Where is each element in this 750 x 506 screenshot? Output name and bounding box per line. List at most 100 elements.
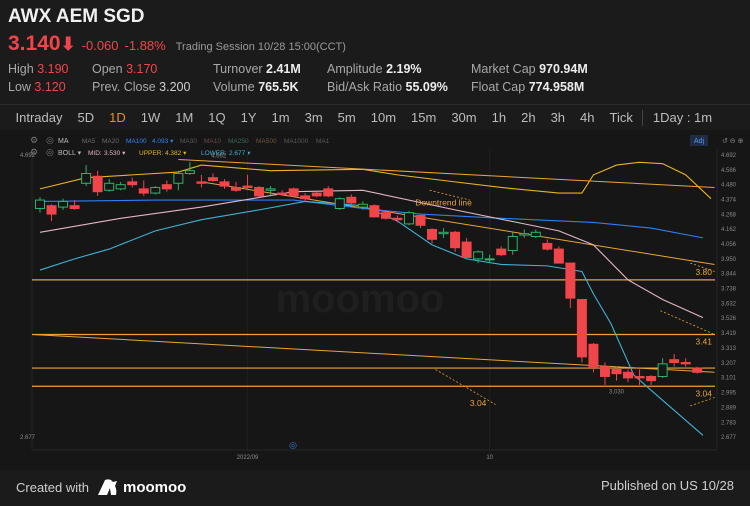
candle-down [680,361,691,365]
candle-up [403,212,414,225]
stat-amplitude: Amplitude 2.19% [327,62,422,76]
price-line: 3.140 ⬇ -0.060 -1.88% Trading Session 10… [8,32,346,56]
ma-item-ma1000: MA1000 [284,138,309,145]
candle-up [357,203,368,208]
tab-1d[interactable]: 1D [102,110,134,126]
y-tick-label: 4.056 [721,242,737,248]
tab-1h[interactable]: 1h [484,110,513,126]
trend-line[interactable] [31,333,715,373]
ma-item-ma5: MA5 [82,138,96,145]
tab-3h[interactable]: 3h [543,110,572,126]
candle-down [242,185,253,188]
candle-down [553,248,564,264]
tab-1m[interactable]: 1m [264,110,297,126]
ma-item-value: 4.093 ▾ [152,138,174,145]
dashed-guide-line[interactable] [690,397,715,407]
level-label: 3.04 [695,388,712,398]
ma-item-ma100: MA100 [126,138,147,145]
candle-down [496,248,507,256]
y-tick-label: 3.101 [721,376,737,382]
tab-30m[interactable]: 30m [444,110,484,126]
dashed-guide-line[interactable] [435,369,496,405]
ma-item-ma500: MA500 [256,138,277,145]
stat-prev-close: Prev. Close 3.200 [92,80,191,94]
candle-down [300,195,311,200]
candle-down [669,359,680,363]
visibility-icon: ◎ [46,135,54,145]
candlestick-chart[interactable]: ⚙ ◎ MA MA5 MA20 MA100 4.093 ▾ MA30 MA10 MA250 MA50… [0,130,750,470]
candle-up [58,200,69,208]
tab-intraday[interactable]: Intraday [8,110,70,126]
symbol-title: AWX AEM SGD [8,6,145,27]
moomoo-logo: moomoo [97,478,186,496]
period-toolbar: Intraday 5D 1D 1W 1M 1Q 1Y 1m 3m 5m 10m 15m 30m 1h 2h 3… [8,110,720,126]
x-tick-label: 2022/09 [237,455,259,461]
y-tick-label: 3.632 [721,301,737,307]
ma-item-ma10: MA10 [204,138,221,145]
stat-turnover: Turnover 2.41M [213,62,301,76]
y-tick-label: 3.950 [721,257,737,263]
candle-up [530,231,541,237]
ma-item-ma1: MA1 [316,138,330,145]
tab-4h[interactable]: 4h [573,110,602,126]
boll-mid-value: 3.530 ▾ [104,150,126,157]
ma-item-ma30: MA30 [180,138,197,145]
divider [0,104,750,105]
tab-3m[interactable]: 3m [297,110,330,126]
annotation-label: Downtrend line [415,198,472,208]
settings-icon: ⚙ [30,135,38,145]
tab-1w[interactable]: 1W [133,110,168,126]
tab-2h[interactable]: 2h [514,110,543,126]
candle-down [254,186,265,197]
tab-10m[interactable]: 10m [363,110,403,126]
visibility-icon: ◎ [46,147,54,157]
ma-item-ma20: MA20 [102,138,119,145]
dashed-guide-line[interactable] [660,310,715,335]
y-tick-label: 4.692 [721,153,737,159]
boll-label: BOLL ▾ [58,150,82,157]
candle-down [415,214,426,226]
divider [642,110,644,126]
trading-session: Trading Session 10/28 15:00(CCT) [175,41,346,53]
ma-item-ma250: MA250 [228,138,249,145]
tab-1q[interactable]: 1Q [201,110,233,126]
tab-5d[interactable]: 5D [70,110,102,126]
y-tick-label-left: 2.677 [20,435,36,441]
tab-tick[interactable]: Tick [602,110,640,126]
y-tick-label: 3.313 [721,346,737,352]
created-with-label: Created with [16,479,89,495]
stat-market-cap: Market Cap 970.94M [471,62,588,76]
candle-up [334,198,345,209]
candle-down [138,188,149,194]
stat-high: High 3.190 [8,62,69,76]
candle-up [473,251,484,260]
tab-5m[interactable]: 5m [330,110,363,126]
tab-1m[interactable]: 1M [168,110,201,126]
candle-up [519,233,530,236]
candle-down [392,217,403,221]
trend-line[interactable] [178,158,715,188]
tab-15m[interactable]: 15m [404,110,444,126]
y-tick-label: 4.374 [721,198,737,204]
y-tick-label-left: 4.692 [20,153,36,159]
tab-1y[interactable]: 1Y [233,110,264,126]
candle-down [565,262,576,299]
candle-down [196,181,207,184]
candle-up [484,258,495,261]
candle-down [69,205,80,209]
candle-down [207,177,218,181]
y-tick-label: 4.162 [721,227,737,233]
watermark-logo: moomoo [276,277,445,321]
candle-up [265,188,276,191]
boll-upper-value: 4.382 ▾ [165,150,187,157]
zoom-controls-icon: ↺ ⊖ ⊕ [722,138,744,145]
footer-created-with: Created with moomoo [16,478,186,496]
annotation-label: 4.692 [211,153,227,159]
level-label: 3.41 [695,336,712,346]
interval-selector[interactable]: 1Day : 1m [645,110,719,126]
candle-down [450,231,461,249]
x-tick-label: 10 [486,455,493,461]
candle-up [35,199,45,209]
chart-area[interactable]: ⚙ ◎ MA MA5 MA20 MA100 4.093 ▾ MA30 MA10 MA250 MA50… [0,130,750,470]
annotation-label: 3.04 [470,398,487,408]
